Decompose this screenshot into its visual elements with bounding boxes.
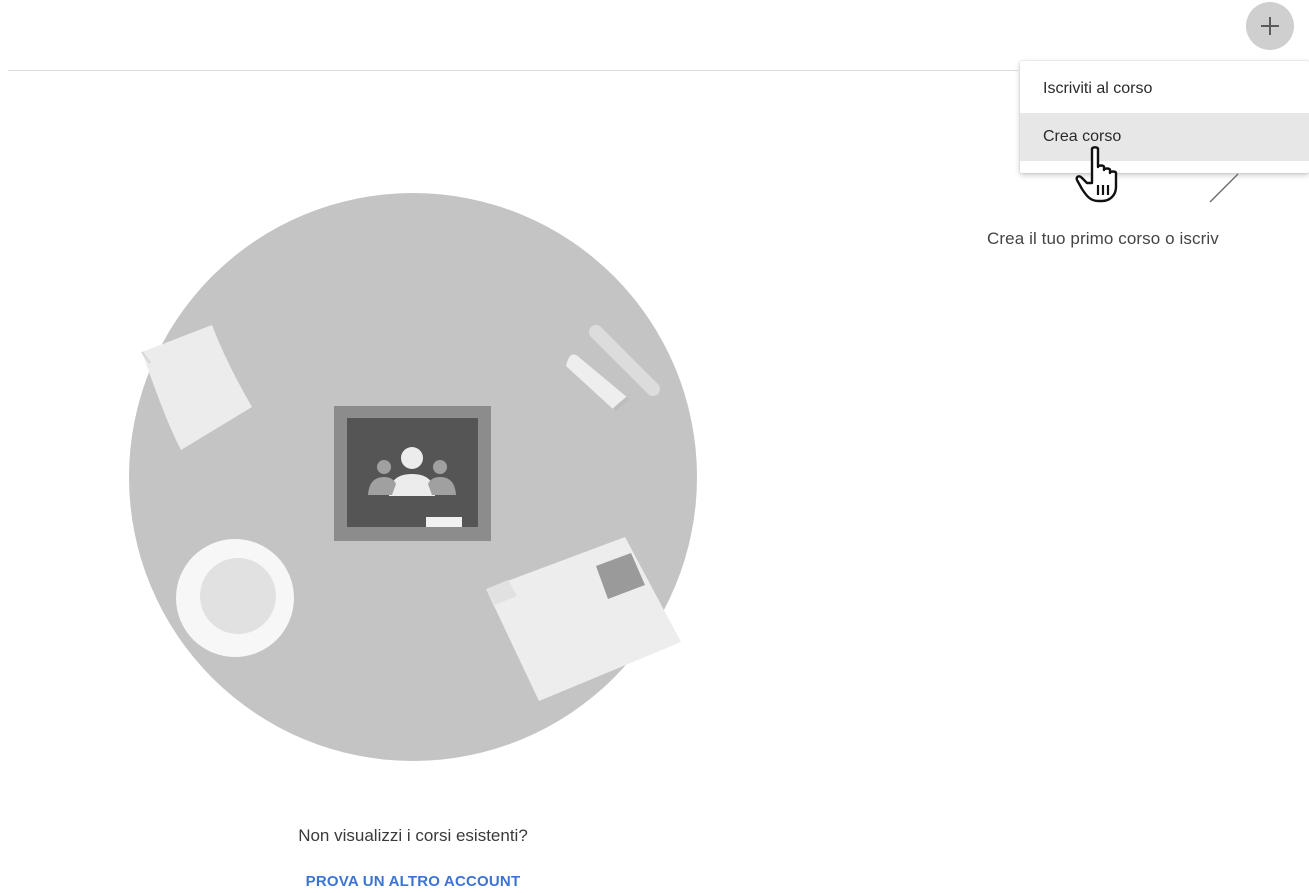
menu-item-label: Crea corso <box>1043 128 1122 145</box>
menu-item-join-class[interactable]: Iscriviti al corso <box>1020 65 1309 113</box>
menu-item-label: Iscriviti al corso <box>1043 80 1153 97</box>
plus-icon <box>1261 17 1279 35</box>
menu-item-create-class[interactable]: Crea corso <box>1020 113 1309 161</box>
cup-icon <box>176 539 294 657</box>
add-class-button[interactable] <box>1246 2 1294 50</box>
classroom-illustration <box>129 193 697 761</box>
header-divider <box>8 70 1018 71</box>
hand-cursor-icon <box>1075 146 1118 203</box>
try-another-account-link[interactable]: PROVA UN ALTRO ACCOUNT <box>0 873 826 890</box>
hint-arrow-line <box>1209 173 1239 203</box>
empty-state-prompt: Non visualizzi i corsi esistenti? <box>298 826 528 845</box>
chalkboard-icon <box>334 406 491 541</box>
create-class-hint: Crea il tuo primo corso o iscriv <box>987 229 1219 248</box>
add-class-menu: Iscriviti al corso Crea corso <box>1020 61 1309 173</box>
